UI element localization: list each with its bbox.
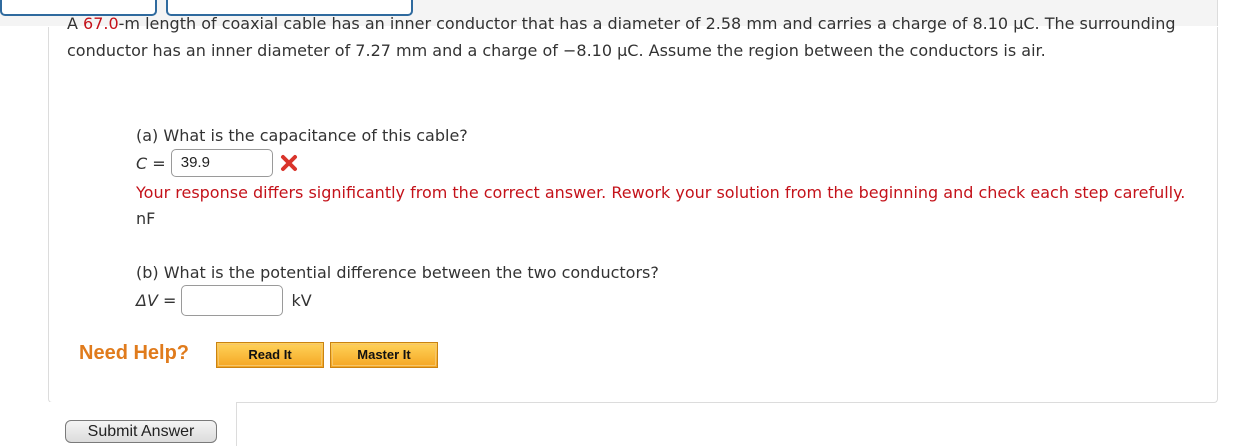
master-it-button[interactable]: Master It <box>330 342 438 368</box>
need-help-label: Need Help? <box>79 342 190 364</box>
part-b-variable: ΔV <box>136 290 158 310</box>
part-a-feedback-text: Your response differs significantly from… <box>136 183 1186 202</box>
part-b-question: (b) What is the potential difference bet… <box>136 263 659 282</box>
problem-statement: A 67.0-m length of coaxial cable has an … <box>67 10 1202 64</box>
part-b-equals: = <box>157 290 182 310</box>
submit-answer-button[interactable]: Submit Answer <box>65 420 217 443</box>
part-a-answer-input[interactable]: 39.9 <box>170 149 273 177</box>
problem-text-after: -m length of coaxial cable has an inner … <box>67 14 1176 60</box>
part-a-unit: nF <box>136 209 156 228</box>
part-a-feedback: Your response differs significantly from… <box>136 180 1206 232</box>
part-b-answer-input[interactable] <box>181 284 284 316</box>
part-b-unit: kV <box>291 290 312 310</box>
part-a-equals: = <box>147 153 171 173</box>
part-a-variable: C <box>136 153 148 173</box>
read-it-button[interactable]: Read It <box>216 342 324 368</box>
part-a-question: (a) What is the capacitance of this cabl… <box>136 126 468 145</box>
x-mark-icon <box>279 153 299 173</box>
problem-text-before: A <box>67 14 84 33</box>
part-a-answer-line: C = 39.9 <box>136 148 299 178</box>
part-b-answer-line: ΔV = kV <box>136 284 312 316</box>
randomized-length-value: 67.0 <box>83 14 119 33</box>
